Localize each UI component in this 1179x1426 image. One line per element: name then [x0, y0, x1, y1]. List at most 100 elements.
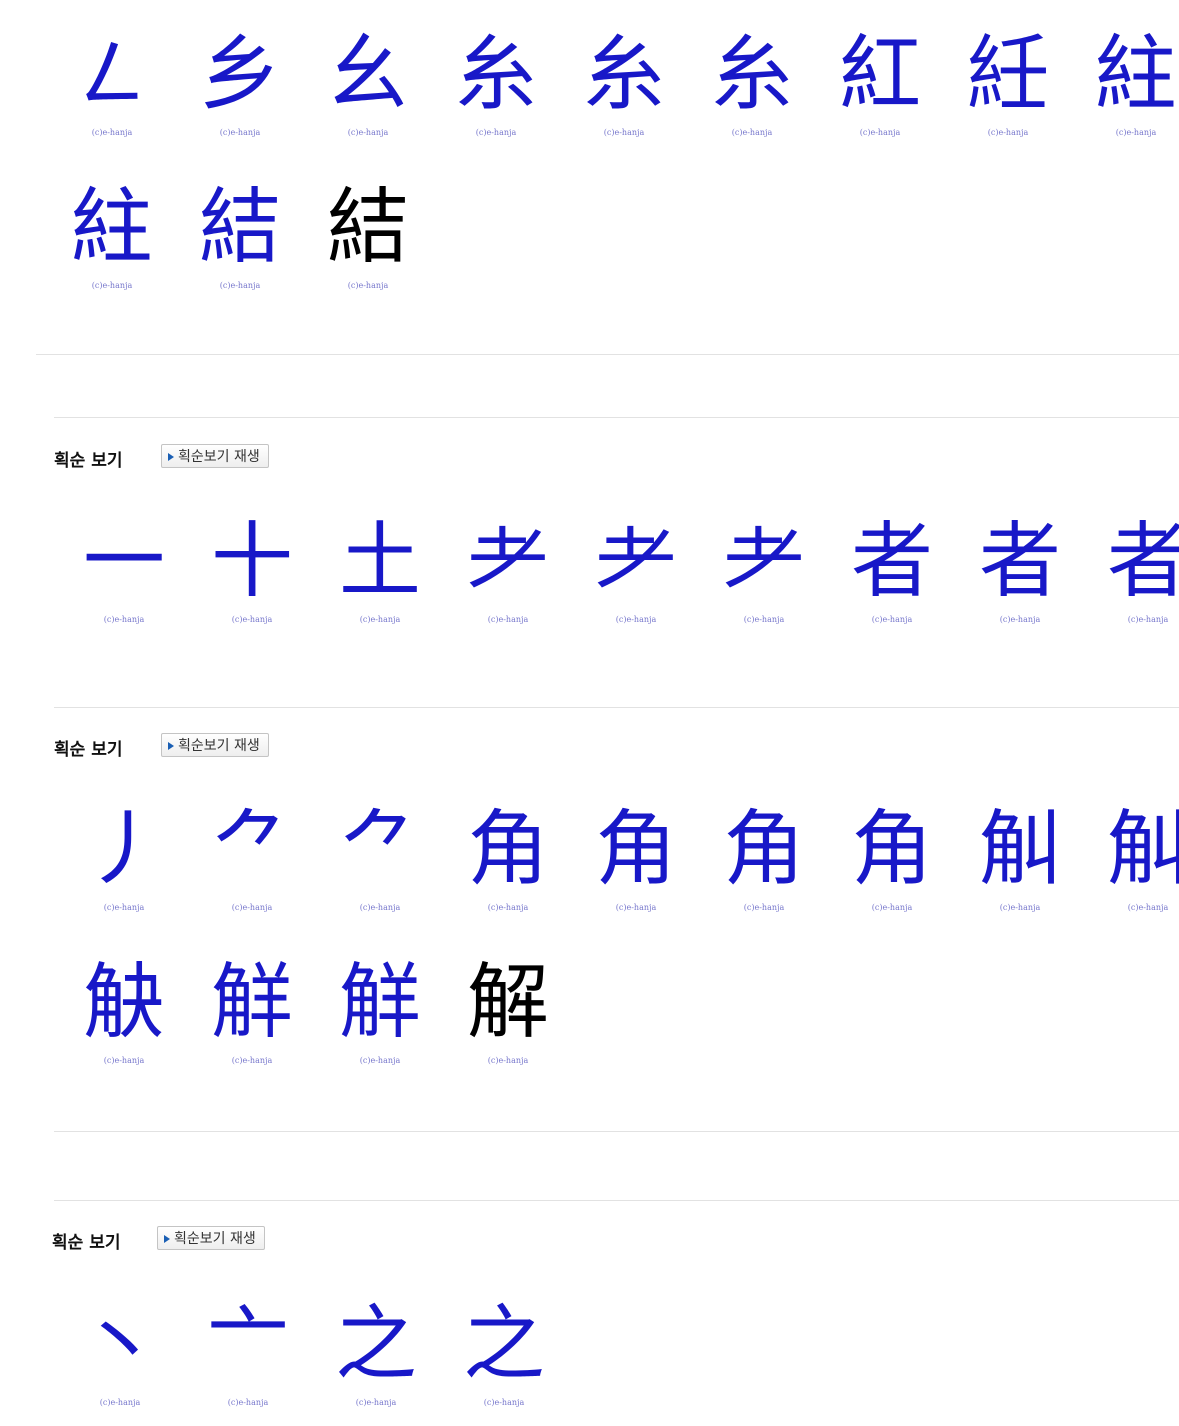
- stroke-frame: 糸 (c)e-hanja: [446, 25, 546, 145]
- stroke-glyph: ㇜: [70, 27, 153, 122]
- credit-label: (c)e-hanja: [487, 1056, 529, 1065]
- stroke-glyph: 紸: [70, 180, 153, 275]
- stroke-glyph: 之: [334, 1297, 417, 1392]
- stroke-glyph: 角: [466, 802, 549, 897]
- stroke-glyph: 觖: [82, 955, 165, 1050]
- stroke-glyph: 耂: [594, 514, 677, 609]
- play-button-label: 획순보기 재생: [178, 449, 260, 465]
- stroke-frame: ⺈ (c)e-hanja: [330, 800, 430, 920]
- credit-label: (c)e-hanja: [99, 1398, 141, 1407]
- stroke-frame: 乡 (c)e-hanja: [190, 25, 290, 145]
- credit-label: (c)e-hanja: [1115, 128, 1157, 137]
- stroke-glyph: 者: [850, 514, 933, 609]
- credit-label: (c)e-hanja: [999, 615, 1041, 624]
- stroke-glyph: 紝: [966, 27, 1049, 122]
- stroke-frame: 之 (c)e-hanja: [326, 1295, 426, 1415]
- stroke-frame: 幺 (c)e-hanja: [318, 25, 418, 145]
- stroke-glyph: 糸: [454, 27, 537, 122]
- stroke-frame: 紝 (c)e-hanja: [958, 25, 1058, 145]
- credit-label: (c)e-hanja: [359, 903, 401, 912]
- stroke-glyph: 之: [462, 1297, 545, 1392]
- play-stroke-order-button[interactable]: 획순보기 재생: [161, 733, 269, 757]
- credit-label: (c)e-hanja: [103, 615, 145, 624]
- stroke-glyph: 解: [466, 955, 549, 1050]
- credit-label: (c)e-hanja: [603, 128, 645, 137]
- stroke-glyph: 者: [978, 514, 1061, 609]
- credit-label: (c)e-hanja: [615, 903, 657, 912]
- stroke-frame: 耂 (c)e-hanja: [458, 512, 558, 632]
- stroke-frame: 角 (c)e-hanja: [458, 800, 558, 920]
- credit-label: (c)e-hanja: [475, 128, 517, 137]
- stroke-glyph: 結: [198, 180, 281, 275]
- stroke-frame: 觓 (c)e-hanja: [970, 800, 1070, 920]
- stroke-glyph: 紸: [1094, 27, 1177, 122]
- play-icon: [168, 742, 174, 750]
- credit-label: (c)e-hanja: [871, 903, 913, 912]
- stroke-glyph: 觓: [978, 802, 1061, 897]
- credit-label: (c)e-hanja: [871, 615, 913, 624]
- stroke-frame: ㇜ (c)e-hanja: [62, 25, 162, 145]
- divider: [54, 1200, 1179, 1201]
- credit-label: (c)e-hanja: [987, 128, 1029, 137]
- credit-label: (c)e-hanja: [91, 281, 133, 290]
- stroke-order-heading: 획순 보기: [54, 740, 123, 760]
- stroke-glyph: 耂: [722, 514, 805, 609]
- stroke-glyph: 乡: [198, 27, 281, 122]
- credit-label: (c)e-hanja: [231, 615, 273, 624]
- stroke-frame: 土 (c)e-hanja: [330, 512, 430, 632]
- stroke-frame: 觧 (c)e-hanja: [330, 953, 430, 1073]
- stroke-frame: 丿 (c)e-hanja: [74, 800, 174, 920]
- credit-label: (c)e-hanja: [219, 128, 261, 137]
- stroke-frame: 之 (c)e-hanja: [454, 1295, 554, 1415]
- stroke-frame: 糸 (c)e-hanja: [574, 25, 674, 145]
- credit-label: (c)e-hanja: [999, 903, 1041, 912]
- stroke-glyph: 結: [326, 180, 409, 275]
- stroke-glyph: 紅: [838, 27, 921, 122]
- credit-label: (c)e-hanja: [231, 1056, 273, 1065]
- stroke-frame: 丶 (c)e-hanja: [70, 1295, 170, 1415]
- stroke-frame: 觧 (c)e-hanja: [202, 953, 302, 1073]
- divider: [54, 1131, 1179, 1132]
- stroke-frame: 糸 (c)e-hanja: [702, 25, 802, 145]
- stroke-frame: 紸 (c)e-hanja: [1086, 25, 1179, 145]
- credit-label: (c)e-hanja: [487, 903, 529, 912]
- stroke-frame: 亠 (c)e-hanja: [198, 1295, 298, 1415]
- credit-label: (c)e-hanja: [355, 1398, 397, 1407]
- stroke-glyph: 角: [850, 802, 933, 897]
- stroke-frame: 一 (c)e-hanja: [74, 512, 174, 632]
- divider: [54, 417, 1179, 418]
- stroke-frame: 角 (c)e-hanja: [842, 800, 942, 920]
- stroke-frame: 者 (c)e-hanja: [1098, 512, 1179, 632]
- credit-label: (c)e-hanja: [219, 281, 261, 290]
- stroke-frame: 紅 (c)e-hanja: [830, 25, 930, 145]
- stroke-order-heading: 획순 보기: [54, 451, 123, 471]
- stroke-frame: 觖 (c)e-hanja: [74, 953, 174, 1073]
- credit-label: (c)e-hanja: [347, 128, 389, 137]
- credit-label: (c)e-hanja: [731, 128, 773, 137]
- stroke-frame: 者 (c)e-hanja: [842, 512, 942, 632]
- stroke-glyph: 十: [210, 514, 293, 609]
- credit-label: (c)e-hanja: [1127, 615, 1169, 624]
- credit-label: (c)e-hanja: [347, 281, 389, 290]
- stroke-frame: 紸 (c)e-hanja: [62, 178, 162, 298]
- play-stroke-order-button[interactable]: 획순보기 재생: [161, 444, 269, 468]
- credit-label: (c)e-hanja: [483, 1398, 525, 1407]
- play-button-label: 획순보기 재생: [174, 1231, 256, 1247]
- stroke-glyph: 耂: [466, 514, 549, 609]
- stroke-frame: 者 (c)e-hanja: [970, 512, 1070, 632]
- stroke-glyph: 角: [722, 802, 805, 897]
- stroke-glyph: 亠: [206, 1297, 289, 1392]
- credit-label: (c)e-hanja: [743, 615, 785, 624]
- stroke-glyph: 幺: [326, 27, 409, 122]
- credit-label: (c)e-hanja: [615, 615, 657, 624]
- credit-label: (c)e-hanja: [859, 128, 901, 137]
- stroke-frame: 角 (c)e-hanja: [586, 800, 686, 920]
- stroke-frame: 觓 (c)e-hanja: [1098, 800, 1179, 920]
- play-stroke-order-button[interactable]: 획순보기 재생: [157, 1226, 265, 1250]
- play-icon: [164, 1235, 170, 1243]
- stroke-glyph: 糸: [710, 27, 793, 122]
- stroke-glyph: 丶: [78, 1297, 161, 1392]
- stroke-glyph: 一: [82, 514, 165, 609]
- divider: [54, 707, 1179, 708]
- credit-label: (c)e-hanja: [103, 1056, 145, 1065]
